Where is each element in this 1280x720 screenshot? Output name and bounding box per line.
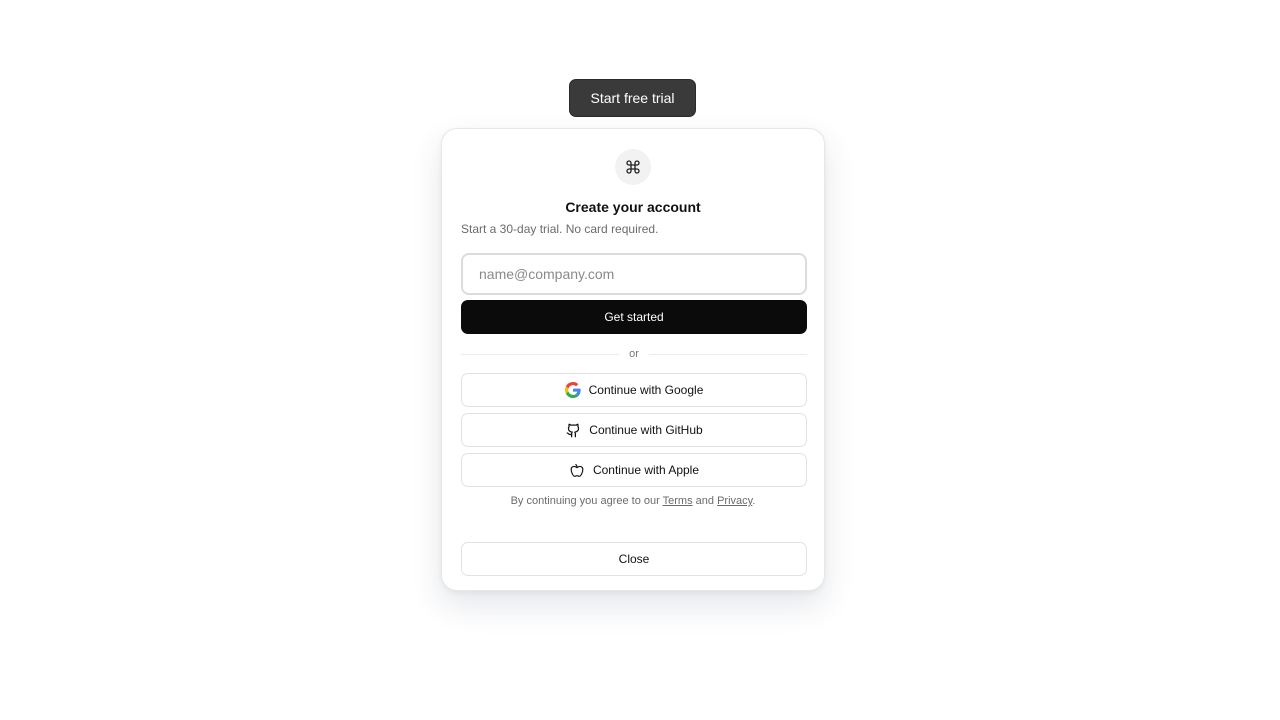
legal-and: and <box>695 495 715 507</box>
start-free-trial-button[interactable]: Start free trial <box>569 79 696 117</box>
divider-label: or <box>629 348 639 360</box>
continue-with-google-button[interactable]: Continue with Google <box>461 373 807 407</box>
legal-notice: By continuing you agree to our Terms and… <box>442 495 824 507</box>
github-button-label: Continue with GitHub <box>589 423 703 437</box>
divider-line-right <box>648 353 807 355</box>
google-button-label: Continue with Google <box>588 383 704 397</box>
get-started-button[interactable]: Get started <box>461 300 807 334</box>
apple-button-label: Continue with Apple <box>592 463 700 477</box>
github-icon <box>565 422 581 438</box>
apple-icon <box>569 462 585 478</box>
divider-line-left <box>461 353 620 355</box>
dialog-subtitle: Start a 30-day trial. No card required. <box>461 222 659 236</box>
or-divider: or <box>461 346 807 362</box>
google-icon <box>564 382 581 398</box>
continue-with-apple-button[interactable]: Continue with Apple <box>461 453 807 487</box>
brand-logo <box>615 149 651 185</box>
terms-link[interactable]: Terms <box>663 495 693 507</box>
signup-dialog: Create your account Start a 30-day trial… <box>441 128 825 591</box>
dialog-title: Create your account <box>565 199 701 215</box>
legal-suffix: . <box>752 495 756 507</box>
close-button[interactable]: Close <box>461 542 807 576</box>
legal-prefix: By continuing you agree to our <box>510 495 660 507</box>
command-icon <box>626 160 640 174</box>
continue-with-github-button[interactable]: Continue with GitHub <box>461 413 807 447</box>
privacy-link[interactable]: Privacy <box>717 495 752 507</box>
email-input[interactable] <box>461 253 807 295</box>
